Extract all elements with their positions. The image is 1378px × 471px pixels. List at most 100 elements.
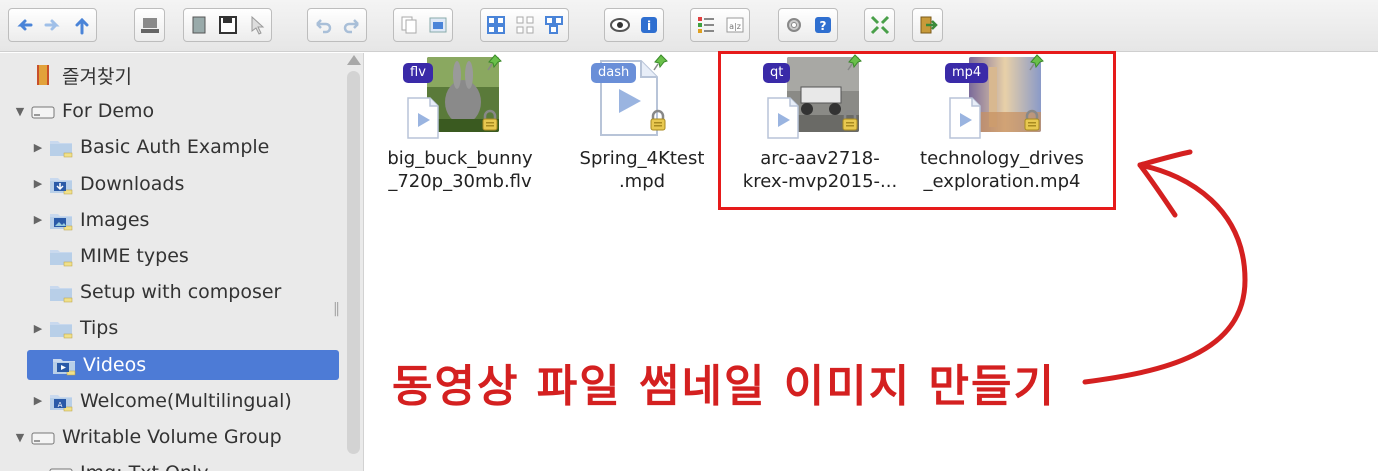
sidebar-item-mime-types[interactable]: MIME types — [0, 241, 345, 271]
collapse-arrow-icon[interactable]: ▼ — [14, 105, 26, 118]
sidebar-item-welcome-multilingual[interactable]: ▶ A Welcome(Multilingual) — [0, 386, 345, 416]
copy-button[interactable] — [394, 9, 423, 41]
toolbar-group — [134, 8, 165, 42]
collapse-arrow-icon[interactable]: ▼ — [14, 431, 26, 444]
folder-tree-sidebar: ‖ 즐겨찾기 ▼ For Demo ▶ Basic Auth Example ▶ Downl… — [0, 53, 364, 471]
sidebar-scrollbar[interactable] — [345, 53, 362, 471]
folder-icon — [50, 141, 73, 158]
file-item[interactable]: dash Spring_4Ktest .mpd — [557, 53, 727, 203]
file-type-badge: dash — [591, 63, 637, 83]
sidebar-item-label: 즐겨찾기 — [62, 65, 132, 88]
forward-icon — [44, 19, 60, 31]
redo-icon — [343, 19, 359, 34]
help-icon: ? — [814, 17, 831, 33]
settings-icon — [786, 18, 801, 32]
file-name-line: Spring_4Ktest — [579, 148, 705, 169]
favorites-icon — [37, 65, 49, 85]
sidebar-item-videos[interactable]: Videos — [27, 349, 339, 380]
redo-button[interactable] — [337, 9, 366, 41]
sidebar-item-writable-volume-group[interactable]: ▼ Writable Volume Group — [0, 422, 345, 452]
expand-arrow-icon[interactable]: ▶ — [32, 177, 44, 190]
toolbar-group — [183, 8, 272, 42]
preview-button[interactable] — [605, 9, 634, 41]
sidebar-item-label: Tips — [80, 317, 119, 340]
undo-icon — [315, 19, 331, 34]
back-button[interactable] — [9, 9, 38, 41]
sidebar-item-label: For Demo — [62, 100, 155, 123]
toolbar-group — [912, 8, 943, 42]
sidebar-item-downloads[interactable]: ▶ Downloads — [0, 169, 345, 199]
sort-icon: a|z — [726, 17, 743, 33]
copy-icon — [401, 16, 416, 34]
list-view-button[interactable] — [510, 9, 539, 41]
no-arrow — [32, 286, 44, 298]
info-button[interactable]: i — [634, 9, 663, 41]
reload-icon — [140, 18, 159, 33]
lock-icon — [649, 109, 667, 131]
save-button[interactable] — [213, 9, 242, 41]
up-button[interactable] — [67, 9, 96, 41]
file-name-line: _720p_30mb.flv — [388, 171, 532, 192]
annotation-arrow-icon — [1082, 149, 1248, 385]
open-button[interactable] — [184, 9, 213, 41]
undo-button[interactable] — [308, 9, 337, 41]
images-folder-icon — [50, 213, 73, 231]
expand-arrow-icon[interactable]: ▶ — [32, 322, 44, 335]
sidebar-item-for-demo[interactable]: ▼ For Demo — [0, 96, 345, 126]
expand-arrow-icon[interactable]: ▶ — [32, 394, 44, 407]
toolbar-group — [8, 8, 97, 42]
sidebar-item-images[interactable]: ▶ Images — [0, 205, 345, 235]
drive-icon — [31, 106, 55, 119]
sidebar-item-img-txt-only[interactable]: Img: Txt Only — [0, 458, 345, 471]
drive-icon — [49, 468, 73, 471]
sidebar-item-label: Basic Auth Example — [80, 136, 270, 159]
file-name: Spring_4Ktest .mpd — [557, 147, 727, 193]
paste-button[interactable] — [423, 9, 452, 41]
video-file-icon — [407, 97, 439, 139]
back-icon — [16, 19, 32, 31]
sidebar-item-tips[interactable]: ▶ Tips — [0, 313, 345, 343]
sidebar-item-label: Images — [80, 208, 150, 231]
sidebar-item-basic-auth-example[interactable]: ▶ Basic Auth Example — [0, 132, 345, 162]
paste-icon — [429, 17, 446, 33]
file-name-line: .mpd — [618, 171, 666, 192]
downloads-folder-icon — [50, 177, 73, 194]
select-icon — [251, 15, 264, 35]
welcome-folder-icon: A — [50, 394, 73, 412]
preview-icon — [609, 18, 630, 32]
help-button[interactable]: ? — [808, 9, 837, 41]
expand-arrow-icon[interactable]: ▶ — [32, 141, 44, 154]
sidebar-item-label: Downloads — [80, 172, 185, 195]
tree-view-button[interactable] — [539, 9, 568, 41]
toolbar-group: a|z — [690, 8, 750, 42]
details-button[interactable] — [691, 9, 720, 41]
icons-view-button[interactable] — [481, 9, 510, 41]
expand-arrow-icon[interactable]: ▶ — [32, 213, 44, 226]
select-button[interactable] — [242, 9, 271, 41]
sidebar-item-label: Videos — [83, 353, 147, 376]
svg-text:?: ? — [819, 19, 826, 33]
file-item[interactable]: flv big_buck_bunny _720p_30mb.flv — [375, 53, 545, 203]
sidebar-item-label: Img: Txt Only — [80, 462, 208, 471]
folder-icon — [50, 250, 73, 267]
exit-button[interactable] — [913, 9, 942, 41]
toolbar-group — [393, 8, 453, 42]
toolbar-group — [864, 8, 895, 42]
sidebar-item-label: Welcome(Multilingual) — [80, 389, 292, 412]
pin-icon — [653, 53, 669, 71]
exit-icon — [920, 16, 938, 34]
sidebar-item-label: MIME types — [80, 245, 189, 267]
toolbar-group — [480, 8, 569, 42]
sidebar-item-setup-with-composer[interactable]: Setup with composer — [0, 277, 345, 307]
sidebar-item-[interactable]: 즐겨찾기 — [0, 60, 345, 90]
scroll-thumb[interactable] — [347, 71, 360, 454]
settings-button[interactable] — [779, 9, 808, 41]
no-arrow — [14, 69, 26, 81]
toolbar-group: i — [604, 8, 664, 42]
sort-button[interactable]: a|z — [720, 9, 749, 41]
fullscreen-button[interactable] — [865, 9, 894, 41]
forward-button[interactable] — [38, 9, 67, 41]
scroll-up-arrow-icon[interactable] — [347, 55, 361, 65]
reload-button[interactable] — [135, 9, 164, 41]
file-name-line: big_buck_bunny — [387, 148, 533, 169]
